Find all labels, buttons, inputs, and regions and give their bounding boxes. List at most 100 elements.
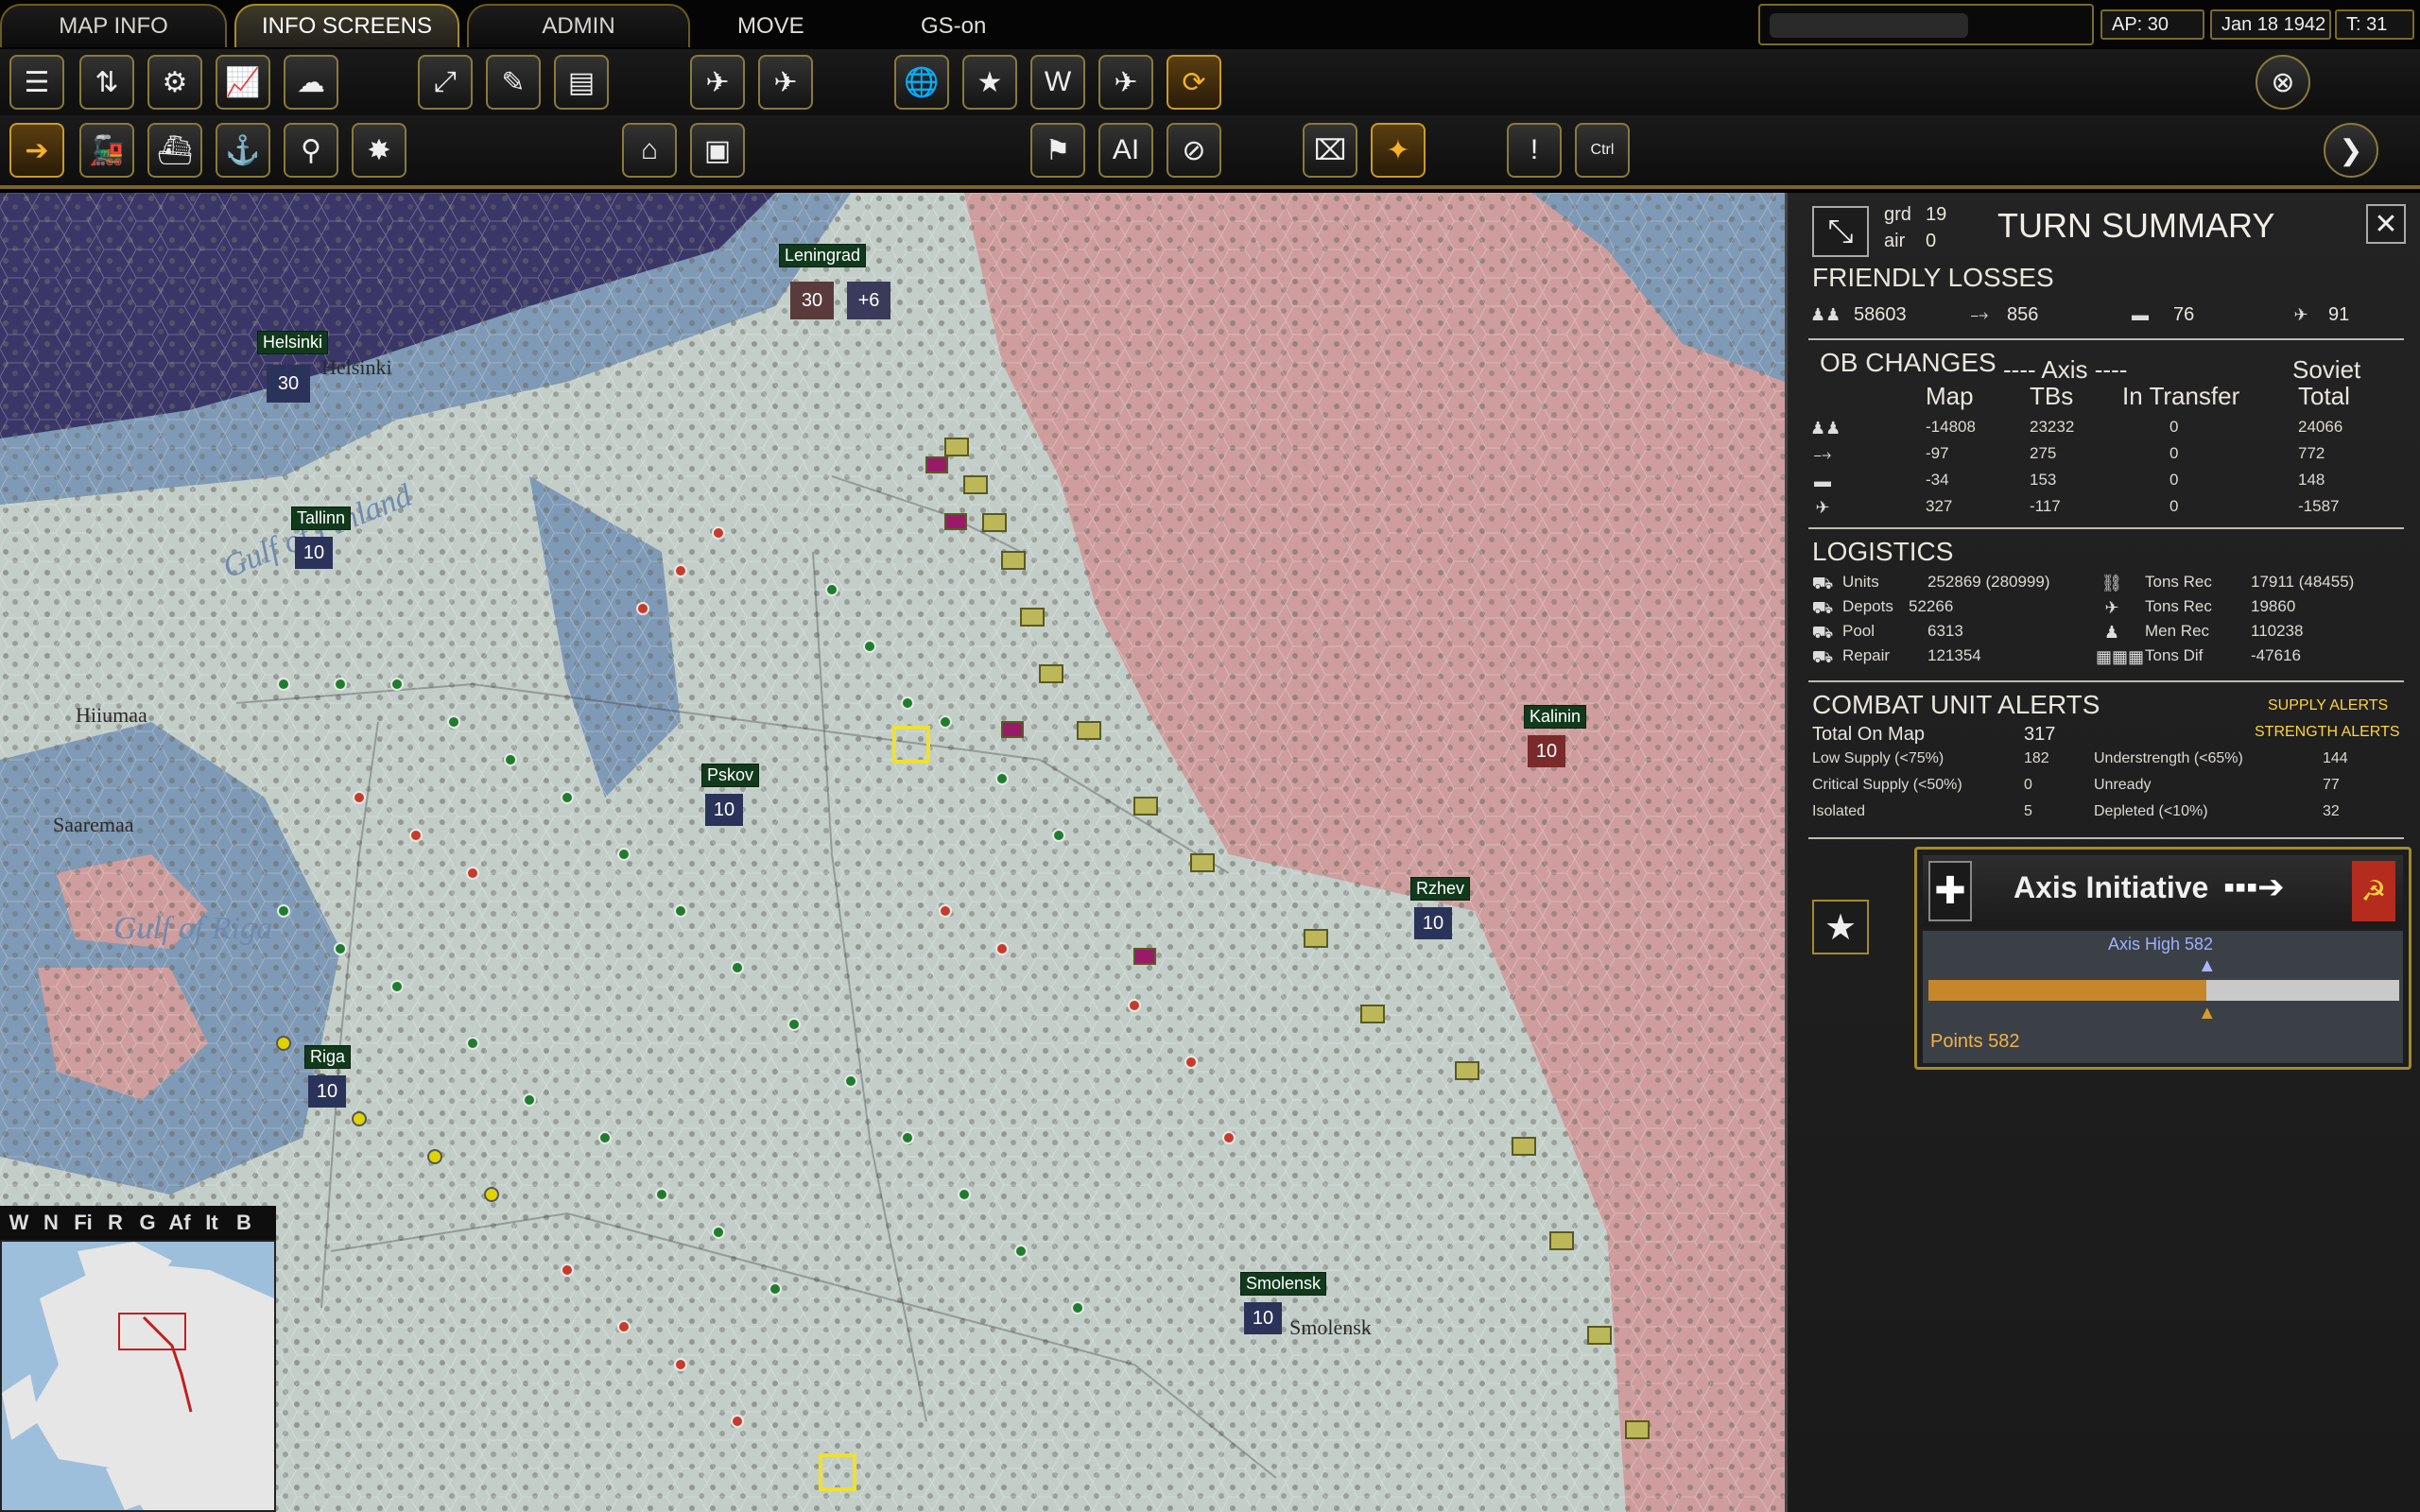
ob-guns-tbs: 275 (2030, 444, 2057, 462)
war-icon[interactable]: W (1030, 55, 1085, 110)
city-badge-pskov: 10 (705, 794, 743, 826)
town-smolensk: Smolensk (1289, 1315, 1372, 1339)
paradrop-icon[interactable]: ⚲ (284, 123, 338, 178)
points-label: Points 582 (1930, 1031, 2020, 1052)
losses-tanks: 76 (2173, 304, 2195, 325)
tab-map-info[interactable]: MAP INFO (0, 4, 227, 47)
minimap-tab-r[interactable]: R (102, 1211, 129, 1235)
menu-move[interactable]: MOVE (737, 13, 804, 40)
isolated-label: Isolated (1812, 803, 1866, 819)
ctrl-icon[interactable]: Ctrl (1575, 123, 1630, 178)
expand-arrows-icon[interactable]: ⤡ (1812, 206, 1869, 257)
star-icon[interactable]: ★ (1812, 900, 1869, 954)
combat-icon[interactable]: ✦ (1371, 123, 1426, 178)
men-icon: ♟ (2103, 623, 2120, 642)
city-label-leningrad[interactable]: Leningrad (779, 244, 867, 267)
logistics-tons-rec-air-label: Tons Rec (2145, 597, 2212, 615)
logistics-pool-value: 6313 (1927, 622, 1963, 640)
sea-name-riga: Gulf of Riga (113, 911, 273, 946)
gear-icon[interactable]: ⚙ (147, 55, 202, 110)
initiative-header: ✚ Axis Initiative ▪▪▪➔ ☭ (1923, 855, 2403, 927)
chart-icon[interactable]: 📈 (216, 55, 270, 110)
explosion-icon[interactable]: ✸ (352, 123, 406, 178)
logistics-tons-rec-label: Tons Rec (2145, 573, 2212, 591)
city-badge-riga: 10 (308, 1075, 346, 1108)
city-label-kalinin[interactable]: Kalinin (1524, 705, 1587, 729)
minimap-tab-fi[interactable]: Fi (70, 1211, 96, 1235)
logistics-depots-value: 52266 (1909, 597, 1954, 615)
tab-admin[interactable]: ADMIN (467, 4, 690, 47)
city-label-helsinki[interactable]: Helsinki (257, 331, 329, 354)
ob-planes-tbs: -117 (2030, 497, 2061, 515)
ob-planes-total: -1587 (2298, 497, 2340, 515)
factory-icon[interactable]: ⌧ (1303, 123, 1357, 178)
air-transfer-icon[interactable]: ✈ (758, 55, 813, 110)
logistics-heading: LOGISTICS (1812, 537, 1954, 566)
turn-summary-panel: ⤡ grd 19 air 0 TURN SUMMARY ✕ FRIENDLY L… (1785, 193, 2420, 1512)
initiative-bar (1928, 980, 2399, 1001)
next-turn-icon[interactable]: ❯ (2324, 123, 2378, 178)
depleted-label: Depleted (<10%) (2094, 803, 2208, 819)
city-label-tallinn[interactable]: Tallinn (291, 507, 352, 530)
plane-icon: ✈ (2293, 305, 2308, 324)
supply-icon: ▦▦▦ (2096, 647, 2145, 666)
weather-icon[interactable]: ☁ (284, 55, 338, 110)
expand-arrows-icon[interactable]: ⤢ (418, 55, 473, 110)
star-icon[interactable]: ★ (962, 55, 1017, 110)
minimap-tab-g[interactable]: G (134, 1211, 161, 1235)
frame-icon[interactable]: ▣ (690, 123, 745, 178)
ai-icon[interactable]: AI (1098, 123, 1153, 178)
tab-info-screens[interactable]: INFO SCREENS (234, 4, 459, 47)
ob-tanks-total: 148 (2298, 471, 2325, 489)
ob-men-total: 24066 (2298, 418, 2343, 436)
supply-alerts-link[interactable]: SUPPLY ALERTS (2268, 697, 2388, 714)
city-label-riga[interactable]: Riga (304, 1045, 352, 1069)
city-label-pskov[interactable]: Pskov (701, 764, 760, 787)
edit-icon[interactable]: ✎ (486, 55, 541, 110)
plane-icon: ✈ (1815, 498, 1830, 517)
gun-icon: ⤍ (1970, 305, 1989, 324)
truck-icon: ⛟ (1811, 598, 1834, 617)
document-icon[interactable]: ▤ (554, 55, 609, 110)
minimap-tab-b[interactable]: B (231, 1211, 257, 1235)
cycle-icon[interactable]: ⟳ (1167, 55, 1221, 110)
naval-icon[interactable]: ⚓ (216, 123, 270, 178)
train-icon[interactable]: 🚂 (79, 123, 134, 178)
close-circle-icon[interactable]: ⊗ (2256, 55, 2310, 110)
low-supply-label: Low Supply (<75%) (1812, 750, 1945, 766)
production-icon[interactable]: ⇅ (79, 55, 134, 110)
city-label-smolensk[interactable]: Smolensk (1240, 1272, 1327, 1296)
friendly-losses-heading: FRIENDLY LOSSES (1812, 263, 2054, 292)
town-helsinki: Helsinki (321, 355, 392, 379)
minimap-europe (2, 1242, 274, 1510)
ai-off-icon[interactable]: ⊘ (1167, 123, 1221, 178)
logistics-depots-label: Depots (1842, 597, 1893, 615)
close-icon[interactable]: ✕ (2366, 204, 2406, 244)
commander-report-icon[interactable]: ☰ (9, 55, 64, 110)
strength-alerts-link[interactable]: STRENGTH ALERTS (2255, 724, 2400, 741)
initiative-box: ✚ Axis Initiative ▪▪▪➔ ☭ Axis High 582 ▲… (1914, 847, 2411, 1070)
menu-gs-on[interactable]: GS-on (921, 13, 986, 40)
city-label-rzhev[interactable]: Rzhev (1410, 877, 1471, 901)
globe-icon[interactable]: 🌐 (894, 55, 949, 110)
ob-planes-map: 327 (1926, 497, 1953, 515)
minimap[interactable] (0, 1240, 276, 1512)
minimap-tab-w[interactable]: W (6, 1211, 32, 1235)
logistics-tons-dif-value: -47616 (2251, 646, 2301, 664)
minimap-tab-af[interactable]: Af (166, 1211, 193, 1235)
logistics-repair-label: Repair (1842, 646, 1891, 664)
minimap-tab-n[interactable]: N (38, 1211, 64, 1235)
hq-icon[interactable]: ⌂ (622, 123, 677, 178)
town-hiiumaa: Hiiumaa (76, 703, 147, 727)
ship-icon[interactable]: ⛴ (147, 123, 202, 178)
arrow-right-icon[interactable]: ➔ (9, 123, 64, 178)
message-box[interactable] (1758, 4, 2094, 45)
airbase-icon[interactable]: ✈ (690, 55, 745, 110)
flag-icon[interactable]: ⚑ (1030, 123, 1085, 178)
ob-changes-heading: OB CHANGES (1820, 348, 1996, 377)
minimap-tab-it[interactable]: It (199, 1211, 225, 1235)
bomber-icon[interactable]: ✈ (1098, 55, 1153, 110)
action-points: AP: 30 (2100, 9, 2204, 40)
ob-guns-transfer: 0 (2169, 444, 2179, 462)
alert-icon[interactable]: ! (1507, 123, 1562, 178)
